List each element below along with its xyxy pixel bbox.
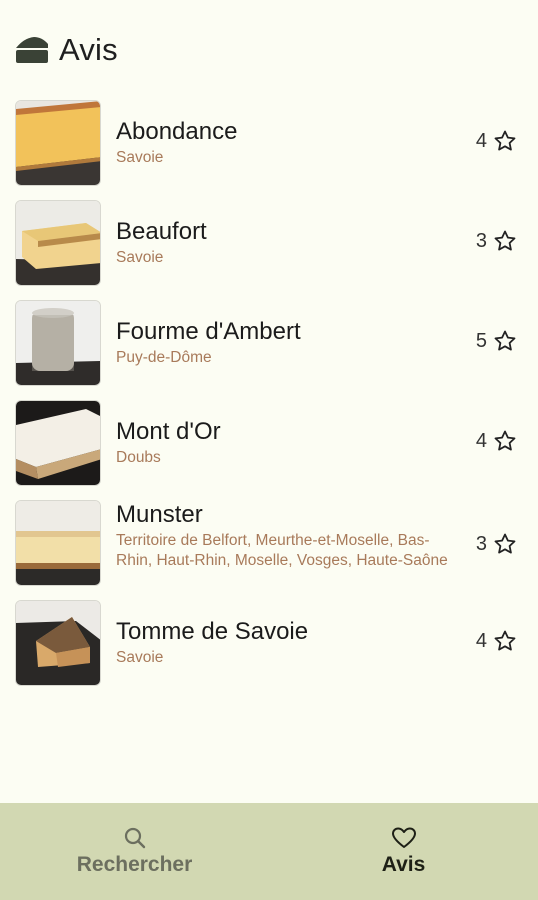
cheese-thumbnail [15,600,101,686]
cheese-list: Abondance Savoie 4 Beaufort Savoie 3 Fou… [15,100,523,700]
rating: 3 [476,229,517,253]
star-icon[interactable] [493,329,517,353]
rating-value: 5 [475,329,487,352]
rating: 5 [476,329,517,353]
list-item[interactable]: Munster Territoire de Belfort, Meurthe-e… [15,500,523,586]
rating: 3 [476,532,517,556]
tab-search-label: Rechercher [76,853,193,876]
tab-search[interactable]: Rechercher [0,803,269,900]
rating: 4 [476,429,517,453]
list-item[interactable]: Fourme d'Ambert Puy-de-Dôme 5 [15,300,523,386]
cheese-icon [16,37,48,63]
cheese-region: Puy-de-Dôme [116,349,212,366]
rating-value: 3 [475,532,487,555]
list-item[interactable]: Tomme de Savoie Savoie 4 [15,600,523,686]
search-icon [124,827,145,849]
cheese-region: Territoire de Belfort, Meurthe-et-Mosell… [116,532,448,569]
star-icon[interactable] [493,629,517,653]
cheese-name: Fourme d'Ambert [116,318,301,345]
star-icon[interactable] [493,129,517,153]
cheese-name: Munster [116,501,203,528]
list-item[interactable]: Mont d'Or Doubs 4 [15,400,523,486]
cheese-region: Savoie [116,149,164,166]
list-item[interactable]: Abondance Savoie 4 [15,100,523,186]
app-header: Avis [14,30,118,70]
rating: 4 [476,129,517,153]
heart-icon [391,827,416,848]
list-item[interactable]: Beaufort Savoie 3 [15,200,523,286]
star-icon[interactable] [493,229,517,253]
cheese-region: Savoie [116,249,164,266]
tab-reviews-label: Avis [381,853,426,876]
cheese-thumbnail [15,300,101,386]
cheese-thumbnail [15,500,101,586]
rating-value: 4 [475,129,487,152]
page-title: Avis [59,32,118,67]
rating: 4 [476,629,517,653]
tab-reviews[interactable]: Avis [269,803,538,900]
cheese-region: Doubs [116,449,161,466]
cheese-thumbnail [15,200,101,286]
cheese-name: Mont d'Or [116,418,221,445]
cheese-region: Savoie [116,649,164,666]
cheese-name: Abondance [116,118,238,145]
rating-value: 3 [475,229,487,252]
star-icon[interactable] [493,429,517,453]
star-icon[interactable] [493,532,517,556]
rating-value: 4 [475,629,487,652]
cheese-thumbnail [15,400,101,486]
rating-value: 4 [475,429,487,452]
cheese-thumbnail [15,100,101,186]
cheese-name: Tomme de Savoie [116,618,309,645]
cheese-name: Beaufort [116,218,207,245]
bottom-navigation: Rechercher Avis [0,803,538,900]
